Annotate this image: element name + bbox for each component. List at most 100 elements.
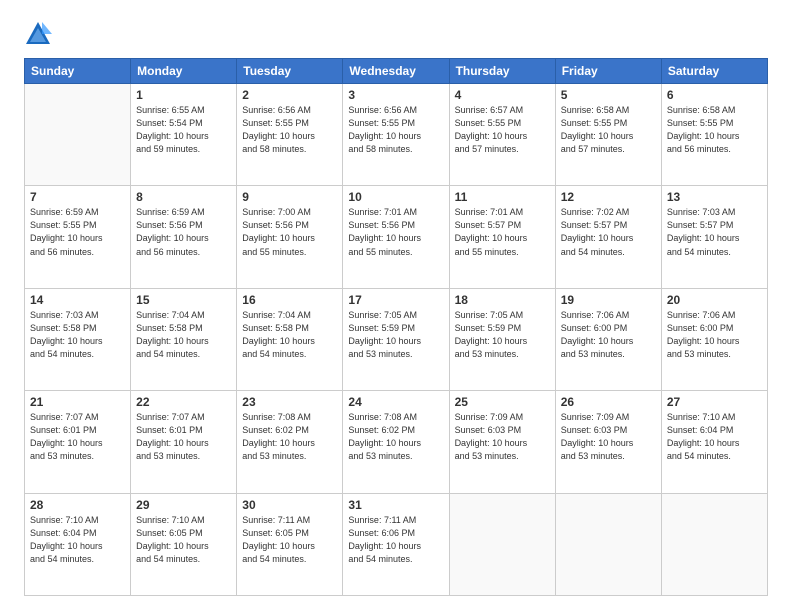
weekday-header: Monday xyxy=(131,59,237,84)
calendar-cell: 11Sunrise: 7:01 AM Sunset: 5:57 PM Dayli… xyxy=(449,186,555,288)
day-number: 31 xyxy=(348,498,443,512)
calendar-cell: 9 Sunrise: 7:00 AM Sunset: 5:56 PM Daylig… xyxy=(237,186,343,288)
day-info: Sunrise: 7:11 AM Sunset: 6:06 PM Dayligh… xyxy=(348,514,443,566)
day-number: 6 xyxy=(667,88,762,102)
day-number: 19 xyxy=(561,293,656,307)
calendar-cell: 29 Sunrise: 7:10 AM Sunset: 6:05 PM Dayli… xyxy=(131,493,237,595)
header xyxy=(24,20,768,48)
day-info: Sunrise: 7:04 AM Sunset: 5:58 PM Dayligh… xyxy=(136,309,231,361)
calendar-cell: 16 Sunrise: 7:04 AM Sunset: 5:58 PM Dayli… xyxy=(237,288,343,390)
calendar-cell: 22 Sunrise: 7:07 AM Sunset: 6:01 PM Dayli… xyxy=(131,391,237,493)
day-number: 4 xyxy=(455,88,550,102)
day-number: 16 xyxy=(242,293,337,307)
calendar-cell: 2 Sunrise: 6:56 AM Sunset: 5:55 PM Daylig… xyxy=(237,84,343,186)
day-info: Sunrise: 6:56 AM Sunset: 5:55 PM Dayligh… xyxy=(242,104,337,156)
day-number: 23 xyxy=(242,395,337,409)
logo-icon xyxy=(24,20,52,48)
weekday-header-row: SundayMondayTuesdayWednesdayThursdayFrid… xyxy=(25,59,768,84)
day-info: Sunrise: 7:09 AM Sunset: 6:03 PM Dayligh… xyxy=(455,411,550,463)
weekday-header: Wednesday xyxy=(343,59,449,84)
day-number: 14 xyxy=(30,293,125,307)
day-info: Sunrise: 7:02 AM Sunset: 5:57 PM Dayligh… xyxy=(561,206,656,258)
day-info: Sunrise: 7:01 AM Sunset: 5:56 PM Dayligh… xyxy=(348,206,443,258)
day-info: Sunrise: 6:55 AM Sunset: 5:54 PM Dayligh… xyxy=(136,104,231,156)
day-info: Sunrise: 7:00 AM Sunset: 5:56 PM Dayligh… xyxy=(242,206,337,258)
calendar-cell: 14 Sunrise: 7:03 AM Sunset: 5:58 PM Dayli… xyxy=(25,288,131,390)
day-info: Sunrise: 7:06 AM Sunset: 6:00 PM Dayligh… xyxy=(561,309,656,361)
day-number: 25 xyxy=(455,395,550,409)
calendar-week-row: 7Sunrise: 6:59 AM Sunset: 5:55 PM Daylig… xyxy=(25,186,768,288)
day-info: Sunrise: 7:03 AM Sunset: 5:57 PM Dayligh… xyxy=(667,206,762,258)
day-number: 26 xyxy=(561,395,656,409)
day-number: 1 xyxy=(136,88,231,102)
day-number: 12 xyxy=(561,190,656,204)
calendar-cell: 17Sunrise: 7:05 AM Sunset: 5:59 PM Dayli… xyxy=(343,288,449,390)
day-info: Sunrise: 7:03 AM Sunset: 5:58 PM Dayligh… xyxy=(30,309,125,361)
calendar-week-row: 1 Sunrise: 6:55 AM Sunset: 5:54 PM Daylig… xyxy=(25,84,768,186)
day-info: Sunrise: 7:10 AM Sunset: 6:04 PM Dayligh… xyxy=(667,411,762,463)
calendar-cell: 13 Sunrise: 7:03 AM Sunset: 5:57 PM Dayli… xyxy=(661,186,767,288)
day-info: Sunrise: 7:08 AM Sunset: 6:02 PM Dayligh… xyxy=(242,411,337,463)
weekday-header: Thursday xyxy=(449,59,555,84)
day-info: Sunrise: 7:04 AM Sunset: 5:58 PM Dayligh… xyxy=(242,309,337,361)
day-info: Sunrise: 6:56 AM Sunset: 5:55 PM Dayligh… xyxy=(348,104,443,156)
day-number: 13 xyxy=(667,190,762,204)
calendar-cell: 15 Sunrise: 7:04 AM Sunset: 5:58 PM Dayli… xyxy=(131,288,237,390)
calendar-cell xyxy=(25,84,131,186)
calendar-cell: 10 Sunrise: 7:01 AM Sunset: 5:56 PM Dayli… xyxy=(343,186,449,288)
day-number: 30 xyxy=(242,498,337,512)
day-number: 18 xyxy=(455,293,550,307)
calendar-cell: 28 Sunrise: 7:10 AM Sunset: 6:04 PM Dayli… xyxy=(25,493,131,595)
calendar-cell: 5 Sunrise: 6:58 AM Sunset: 5:55 PM Daylig… xyxy=(555,84,661,186)
calendar-cell: 31 Sunrise: 7:11 AM Sunset: 6:06 PM Dayli… xyxy=(343,493,449,595)
day-info: Sunrise: 7:05 AM Sunset: 5:59 PM Dayligh… xyxy=(348,309,443,361)
day-number: 24 xyxy=(348,395,443,409)
calendar-cell xyxy=(661,493,767,595)
calendar-cell: 6 Sunrise: 6:58 AM Sunset: 5:55 PM Daylig… xyxy=(661,84,767,186)
calendar-cell: 7Sunrise: 6:59 AM Sunset: 5:55 PM Daylig… xyxy=(25,186,131,288)
day-info: Sunrise: 6:58 AM Sunset: 5:55 PM Dayligh… xyxy=(561,104,656,156)
day-number: 27 xyxy=(667,395,762,409)
day-info: Sunrise: 7:05 AM Sunset: 5:59 PM Dayligh… xyxy=(455,309,550,361)
calendar-cell: 3Sunrise: 6:56 AM Sunset: 5:55 PM Daylig… xyxy=(343,84,449,186)
day-info: Sunrise: 7:10 AM Sunset: 6:05 PM Dayligh… xyxy=(136,514,231,566)
day-number: 21 xyxy=(30,395,125,409)
calendar-cell: 19 Sunrise: 7:06 AM Sunset: 6:00 PM Dayli… xyxy=(555,288,661,390)
day-info: Sunrise: 7:10 AM Sunset: 6:04 PM Dayligh… xyxy=(30,514,125,566)
calendar-cell: 8 Sunrise: 6:59 AM Sunset: 5:56 PM Daylig… xyxy=(131,186,237,288)
calendar-cell: 26 Sunrise: 7:09 AM Sunset: 6:03 PM Dayli… xyxy=(555,391,661,493)
calendar-cell: 12 Sunrise: 7:02 AM Sunset: 5:57 PM Dayli… xyxy=(555,186,661,288)
day-info: Sunrise: 7:01 AM Sunset: 5:57 PM Dayligh… xyxy=(455,206,550,258)
calendar-cell: 4Sunrise: 6:57 AM Sunset: 5:55 PM Daylig… xyxy=(449,84,555,186)
calendar-cell: 18 Sunrise: 7:05 AM Sunset: 5:59 PM Dayli… xyxy=(449,288,555,390)
calendar-cell: 27 Sunrise: 7:10 AM Sunset: 6:04 PM Dayli… xyxy=(661,391,767,493)
weekday-header: Sunday xyxy=(25,59,131,84)
day-number: 15 xyxy=(136,293,231,307)
calendar-cell: 23 Sunrise: 7:08 AM Sunset: 6:02 PM Dayli… xyxy=(237,391,343,493)
day-info: Sunrise: 6:59 AM Sunset: 5:56 PM Dayligh… xyxy=(136,206,231,258)
day-number: 22 xyxy=(136,395,231,409)
day-number: 29 xyxy=(136,498,231,512)
day-number: 5 xyxy=(561,88,656,102)
calendar-cell: 20 Sunrise: 7:06 AM Sunset: 6:00 PM Dayli… xyxy=(661,288,767,390)
day-info: Sunrise: 7:11 AM Sunset: 6:05 PM Dayligh… xyxy=(242,514,337,566)
calendar-week-row: 14 Sunrise: 7:03 AM Sunset: 5:58 PM Dayli… xyxy=(25,288,768,390)
calendar-cell: 30 Sunrise: 7:11 AM Sunset: 6:05 PM Dayli… xyxy=(237,493,343,595)
day-number: 10 xyxy=(348,190,443,204)
day-info: Sunrise: 6:58 AM Sunset: 5:55 PM Dayligh… xyxy=(667,104,762,156)
day-number: 20 xyxy=(667,293,762,307)
day-number: 2 xyxy=(242,88,337,102)
calendar-week-row: 28 Sunrise: 7:10 AM Sunset: 6:04 PM Dayli… xyxy=(25,493,768,595)
day-info: Sunrise: 7:07 AM Sunset: 6:01 PM Dayligh… xyxy=(136,411,231,463)
day-number: 8 xyxy=(136,190,231,204)
calendar-cell: 21Sunrise: 7:07 AM Sunset: 6:01 PM Dayli… xyxy=(25,391,131,493)
day-number: 28 xyxy=(30,498,125,512)
calendar: SundayMondayTuesdayWednesdayThursdayFrid… xyxy=(24,58,768,596)
day-number: 9 xyxy=(242,190,337,204)
day-info: Sunrise: 7:06 AM Sunset: 6:00 PM Dayligh… xyxy=(667,309,762,361)
day-info: Sunrise: 7:09 AM Sunset: 6:03 PM Dayligh… xyxy=(561,411,656,463)
weekday-header: Friday xyxy=(555,59,661,84)
weekday-header: Tuesday xyxy=(237,59,343,84)
day-number: 7 xyxy=(30,190,125,204)
logo xyxy=(24,20,56,48)
